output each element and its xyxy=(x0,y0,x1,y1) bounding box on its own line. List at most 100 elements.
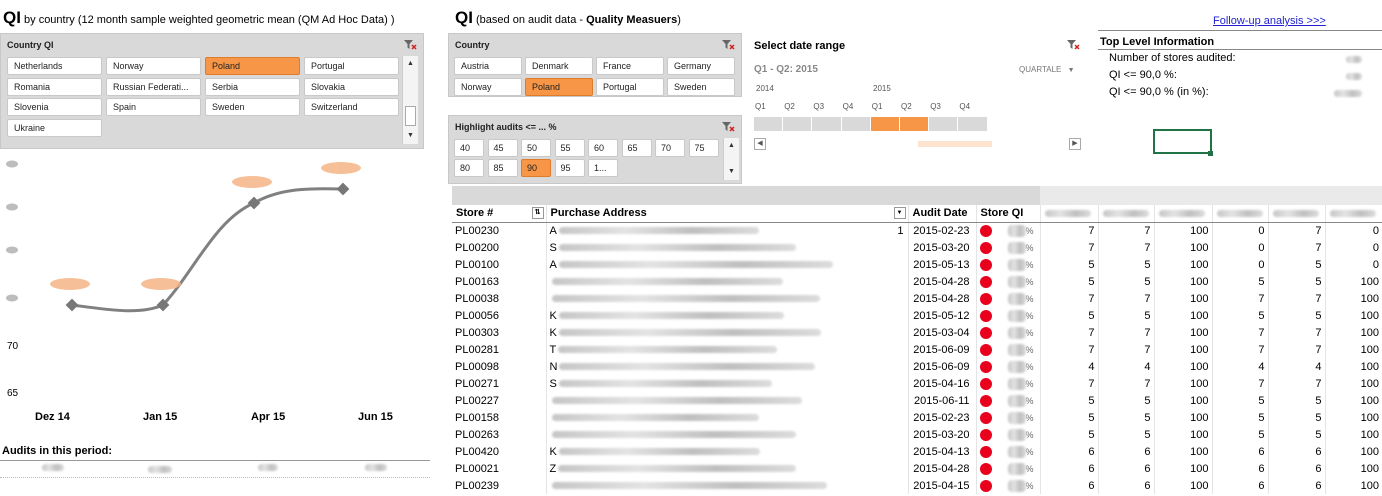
address-cell[interactable] xyxy=(546,426,909,443)
clear-filter-icon[interactable] xyxy=(721,121,735,133)
metric-cell-c4[interactable]: 6 xyxy=(1212,477,1269,494)
metric-cell-c1[interactable]: 7 xyxy=(1040,341,1099,358)
store-cell[interactable]: PL00100 xyxy=(452,256,547,273)
metric-cell-c1[interactable]: 7 xyxy=(1040,239,1099,256)
store-qi-cell[interactable]: % xyxy=(976,222,1041,239)
store-qi-cell[interactable]: % xyxy=(976,392,1041,409)
metric-cell-c6[interactable]: 100 xyxy=(1325,341,1382,358)
store-qi-cell[interactable]: % xyxy=(976,273,1041,290)
column-header-redacted[interactable] xyxy=(1154,205,1213,223)
address-cell[interactable]: T xyxy=(546,341,909,358)
country-item-portugal[interactable]: Portugal xyxy=(596,77,664,96)
metric-cell-c5[interactable]: 7 xyxy=(1268,375,1326,392)
metric-cell-c5[interactable]: 5 xyxy=(1268,273,1326,290)
highlight-item-40[interactable]: 40 xyxy=(454,139,484,157)
highlight-item-95[interactable]: 95 xyxy=(554,159,585,177)
clear-filter-icon[interactable] xyxy=(403,39,417,51)
table-row[interactable]: PL00158 2015-02-23% 5 5 100 5 5 100 xyxy=(452,409,1382,426)
table-row[interactable]: PL00227 2015-06-11% 5 5 100 5 5 100 xyxy=(452,392,1382,409)
country-item-germany[interactable]: Germany xyxy=(667,57,735,75)
column-header-redacted[interactable] xyxy=(1325,205,1382,223)
scroll-down-icon[interactable]: ▼ xyxy=(403,130,418,142)
metric-cell-c4[interactable]: 5 xyxy=(1212,273,1269,290)
timeline-segment[interactable] xyxy=(754,117,783,131)
timeline-scroll-thumb[interactable] xyxy=(918,141,992,147)
period-level-dropdown[interactable]: QUARTALE ▼ xyxy=(1019,65,1075,74)
scroll-up-icon[interactable]: ▲ xyxy=(403,58,418,70)
address-cell[interactable]: N xyxy=(546,358,909,375)
address-cell[interactable] xyxy=(546,290,909,307)
highlight-item-65[interactable]: 65 xyxy=(621,139,652,157)
store-qi-cell[interactable]: % xyxy=(976,239,1041,256)
metric-cell-c4[interactable]: 5 xyxy=(1212,409,1269,426)
timeline-segment[interactable] xyxy=(958,117,987,131)
column-header-store[interactable]: Store # ⇅ xyxy=(452,205,547,223)
metric-cell-c6[interactable]: 100 xyxy=(1325,409,1382,426)
metric-cell-c2[interactable]: 7 xyxy=(1098,324,1155,341)
table-row[interactable]: PL00056 K 2015-05-12% 5 5 100 5 5 100 xyxy=(452,307,1382,324)
metric-cell-c2[interactable]: 6 xyxy=(1098,460,1155,477)
country-qi-item-netherlands[interactable]: Netherlands xyxy=(7,57,102,75)
metric-cell-c5[interactable]: 6 xyxy=(1268,443,1326,460)
highlight-item-60[interactable]: 60 xyxy=(588,139,618,157)
metric-cell-c2[interactable]: 7 xyxy=(1098,239,1155,256)
table-row[interactable]: PL00163 2015-04-28% 5 5 100 5 5 100 xyxy=(452,273,1382,290)
sort-filter-icon[interactable]: ⇅ xyxy=(531,207,544,220)
table-row[interactable]: PL00098 N 2015-06-09% 4 4 100 4 4 100 xyxy=(452,358,1382,375)
country-qi-item-sweden[interactable]: Sweden xyxy=(205,98,300,116)
highlight-item-55[interactable]: 55 xyxy=(554,139,585,157)
filter-dropdown-icon[interactable]: ▼ xyxy=(893,207,906,220)
column-header-redacted[interactable] xyxy=(1212,205,1269,223)
metric-cell-c1[interactable]: 5 xyxy=(1040,273,1099,290)
audit-date-cell[interactable]: 2015-04-16 xyxy=(908,375,977,392)
metric-cell-c5[interactable]: 5 xyxy=(1268,392,1326,409)
highlight-item-85[interactable]: 85 xyxy=(487,159,518,177)
country-item-norway[interactable]: Norway xyxy=(454,77,522,96)
store-qi-cell[interactable]: % xyxy=(976,358,1041,375)
country-qi-item-spain[interactable]: Spain xyxy=(106,98,201,116)
qi-trend-point[interactable] xyxy=(336,182,350,196)
metric-cell-c6[interactable]: 100 xyxy=(1325,307,1382,324)
store-qi-cell[interactable]: % xyxy=(976,426,1041,443)
column-header-redacted[interactable] xyxy=(1098,205,1155,223)
store-cell[interactable]: PL00021 xyxy=(452,460,547,477)
store-qi-cell[interactable]: % xyxy=(976,460,1041,477)
metric-cell-c2[interactable]: 7 xyxy=(1098,375,1155,392)
metric-cell-c4[interactable]: 7 xyxy=(1212,324,1269,341)
scroll-up-icon[interactable]: ▲ xyxy=(724,140,739,152)
column-header-store-qi[interactable]: Store QI xyxy=(976,205,1041,223)
store-qi-cell[interactable]: % xyxy=(976,443,1041,460)
metric-cell-c3[interactable]: 100 xyxy=(1154,341,1213,358)
metric-cell-c2[interactable]: 7 xyxy=(1098,290,1155,307)
highlight-item-1[interactable]: 1... xyxy=(588,159,618,177)
metric-cell-c1[interactable]: 7 xyxy=(1040,222,1099,239)
store-cell[interactable]: PL00230 xyxy=(452,222,547,239)
scroll-down-icon[interactable]: ▼ xyxy=(724,166,739,178)
metric-cell-c5[interactable]: 4 xyxy=(1268,358,1326,375)
metric-cell-c4[interactable]: 6 xyxy=(1212,443,1269,460)
address-cell[interactable] xyxy=(546,477,909,494)
metric-cell-c5[interactable]: 5 xyxy=(1268,307,1326,324)
metric-cell-c4[interactable]: 5 xyxy=(1212,392,1269,409)
store-cell[interactable]: PL00038 xyxy=(452,290,547,307)
country-qi-item-ukraine[interactable]: Ukraine xyxy=(7,118,102,137)
store-cell[interactable]: PL00227 xyxy=(452,392,547,409)
address-cell[interactable]: A xyxy=(546,256,909,273)
metric-cell-c1[interactable]: 5 xyxy=(1040,392,1099,409)
metric-cell-c3[interactable]: 100 xyxy=(1154,375,1213,392)
store-qi-cell[interactable]: % xyxy=(976,341,1041,358)
address-cell[interactable]: S xyxy=(546,375,909,392)
metric-cell-c3[interactable]: 100 xyxy=(1154,290,1213,307)
address-cell[interactable] xyxy=(546,273,909,290)
audit-date-cell[interactable]: 2015-06-09 xyxy=(908,358,977,375)
audit-date-cell[interactable]: 2015-05-12 xyxy=(908,307,977,324)
audit-date-cell[interactable]: 2015-03-20 xyxy=(908,426,977,443)
selected-cell[interactable] xyxy=(1153,129,1212,154)
selected-cell-handle[interactable] xyxy=(1208,151,1213,156)
metric-cell-c2[interactable]: 6 xyxy=(1098,477,1155,494)
metric-cell-c1[interactable]: 7 xyxy=(1040,290,1099,307)
metric-cell-c2[interactable]: 5 xyxy=(1098,409,1155,426)
store-qi-cell[interactable]: % xyxy=(976,290,1041,307)
audit-date-cell[interactable]: 2015-03-04 xyxy=(908,324,977,341)
timeline-segment[interactable] xyxy=(812,117,841,131)
